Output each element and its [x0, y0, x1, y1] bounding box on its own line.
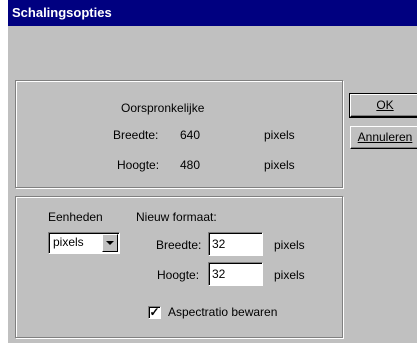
cancel-button-label: Annuleren — [357, 130, 413, 144]
original-height-unit: pixels — [264, 158, 295, 172]
new-width-unit: pixels — [274, 238, 305, 252]
original-height-value: 480 — [180, 158, 201, 172]
new-height-input[interactable]: 32 — [208, 262, 263, 286]
units-select[interactable]: pixels — [48, 232, 120, 254]
chevron-down-icon[interactable] — [102, 234, 118, 252]
units-label: Eenheden — [48, 210, 103, 224]
ok-button[interactable]: OK — [349, 93, 417, 118]
new-height-unit: pixels — [274, 268, 305, 282]
original-width-value: 640 — [180, 128, 201, 142]
scaling-options-dialog: Schalingsopties Oorspronkelijke Breedte:… — [8, 0, 417, 343]
units-select-value: pixels — [53, 235, 84, 249]
new-width-input[interactable]: 32 — [208, 232, 263, 256]
new-height-label: Hoogte: — [157, 268, 200, 282]
aspect-ratio-checkbox[interactable]: ✓ — [148, 306, 161, 319]
cancel-button[interactable]: Annuleren — [350, 126, 417, 149]
original-height-label: Hoogte: — [117, 158, 160, 172]
new-width-label: Breedte: — [156, 238, 202, 252]
aspect-ratio-label[interactable]: Aspectratio bewaren — [168, 305, 277, 319]
original-heading: Oorspronkelijke — [121, 101, 205, 115]
original-width-unit: pixels — [264, 128, 295, 142]
original-width-label: Breedte: — [113, 128, 159, 142]
ok-button-label: OK — [376, 98, 394, 112]
title-bar: Schalingsopties — [8, 0, 417, 26]
new-size-heading: Nieuw formaat: — [136, 210, 217, 224]
